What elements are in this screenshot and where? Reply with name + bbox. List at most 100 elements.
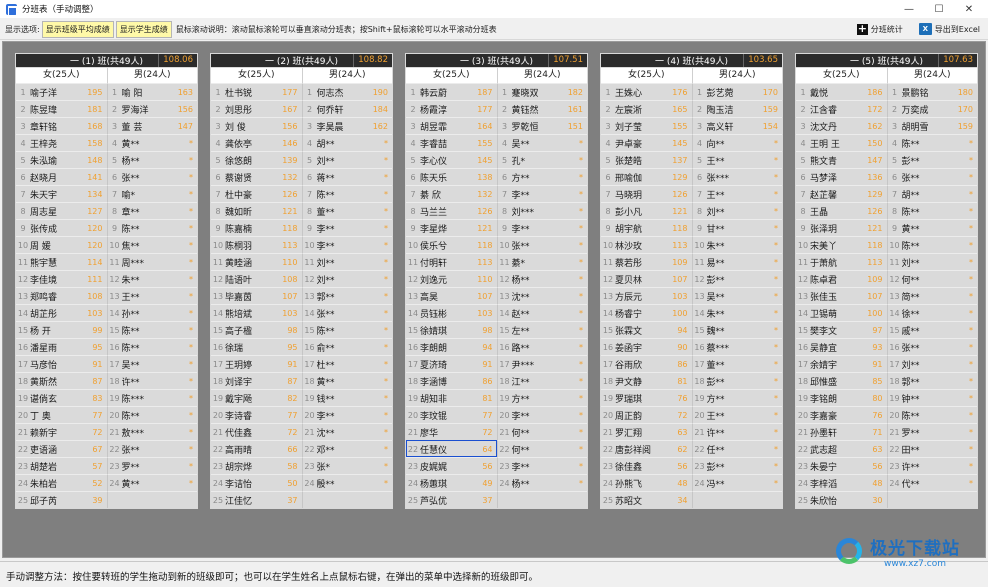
male-student-cell[interactable]: 9 甘** * [691, 219, 782, 236]
male-student-cell[interactable]: 22 邓** * [301, 440, 392, 457]
export-excel-button[interactable]: X 导出到Excel [915, 20, 984, 38]
female-student-cell[interactable]: 12 陈卓君 109 [796, 270, 887, 287]
female-student-cell[interactable]: 5 徐悠朗 139 [211, 151, 302, 168]
female-student-cell[interactable]: 5 熊文青 147 [796, 151, 887, 168]
female-student-cell[interactable]: 8 周志星 127 [16, 202, 107, 219]
female-student-cell[interactable]: 23 徐佳鑫 56 [601, 457, 692, 474]
female-student-cell[interactable]: 20 周正韵 72 [601, 406, 692, 423]
male-student-cell[interactable]: 20 李** * [496, 406, 587, 423]
female-student-cell[interactable]: 19 胡知非 81 [406, 389, 497, 406]
female-student-cell[interactable]: 9 李星烨 121 [406, 219, 497, 236]
female-student-cell[interactable]: 25 朱欣怡 30 [796, 491, 887, 508]
female-student-cell[interactable]: 22 吏语涵 67 [16, 440, 107, 457]
male-student-cell[interactable]: 1喻 阳 163 [106, 83, 197, 100]
male-student-cell[interactable]: 16 张** * [886, 338, 977, 355]
male-student-cell[interactable]: 3 胡明雪 159 [886, 117, 977, 134]
male-student-cell[interactable]: 20 王** * [691, 406, 782, 423]
female-student-cell[interactable]: 15 高子楹 98 [211, 321, 302, 338]
female-student-cell[interactable]: 1 喻子洋 195 [16, 83, 107, 100]
female-student-cell[interactable]: 25 苏昭文 34 [601, 491, 692, 508]
male-student-cell[interactable]: 21 何** * [496, 423, 587, 440]
male-student-cell[interactable]: 5 杨** * [106, 151, 197, 168]
male-student-cell[interactable]: 16 陈** * [106, 338, 197, 355]
female-student-cell[interactable]: 17 马彦怡 91 [16, 355, 107, 372]
male-student-cell[interactable]: 9 李** * [301, 219, 392, 236]
female-student-cell[interactable]: 25 江佳忆 37 [211, 491, 302, 508]
female-student-cell[interactable]: 1 韩云蔚 187 [406, 83, 497, 100]
female-student-cell[interactable]: 9 张泽玥 121 [796, 219, 887, 236]
female-student-cell[interactable]: 22 高雨晴 66 [211, 440, 302, 457]
female-student-cell[interactable]: 12 夏贝林 107 [601, 270, 692, 287]
female-student-cell[interactable]: 4 尹卓豪 145 [601, 134, 692, 151]
male-student-cell[interactable]: 5 彭** * [886, 151, 977, 168]
female-student-cell[interactable]: 15 徐婧琪 98 [406, 321, 497, 338]
male-student-cell[interactable]: 19 方** * [691, 389, 782, 406]
male-student-cell[interactable]: 23 许** * [886, 457, 977, 474]
male-student-cell[interactable]: 4 陈** * [886, 134, 977, 151]
male-student-cell[interactable]: 4 胡** * [301, 134, 392, 151]
male-student-cell[interactable]: 11 周*** * [106, 253, 197, 270]
male-student-cell[interactable]: 1 景鹏铭 180 [886, 83, 977, 100]
male-student-cell[interactable]: 15 戚** * [886, 321, 977, 338]
male-student-cell[interactable]: 5 孔* * [496, 151, 587, 168]
male-student-cell[interactable]: 20 陈** * [886, 406, 977, 423]
male-student-cell[interactable]: 2 万奕成 170 [886, 100, 977, 117]
male-student-cell[interactable]: 6 张** * [106, 168, 197, 185]
female-student-cell[interactable]: 4 龚依亭 146 [211, 134, 302, 151]
female-student-cell[interactable]: 21 赖新宇 72 [16, 423, 107, 440]
female-student-cell[interactable]: 13 张佳玉 107 [796, 287, 887, 304]
male-student-cell[interactable]: 14 孙** * [106, 304, 197, 321]
female-student-cell[interactable]: 1 王姝心 176 [601, 83, 692, 100]
male-student-cell[interactable]: 1 何志杰 190 [301, 83, 392, 100]
male-student-cell[interactable]: 7 胡** * [886, 185, 977, 202]
female-student-cell[interactable]: 4 王梓尧 158 [16, 134, 107, 151]
female-student-cell[interactable]: 24 杨蕙琪 49 [406, 474, 497, 491]
female-student-cell[interactable]: 8 魏如昕 121 [211, 202, 302, 219]
male-student-cell[interactable]: 10 陈** * [886, 236, 977, 253]
male-student-cell[interactable]: 12 杨** * [496, 270, 587, 287]
male-student-cell[interactable]: 6 张** * [886, 168, 977, 185]
male-student-cell[interactable]: 18 彭** * [691, 372, 782, 389]
male-student-cell[interactable]: 6 张*** * [691, 168, 782, 185]
female-student-cell[interactable]: 18 黄斯然 87 [16, 372, 107, 389]
male-student-cell[interactable]: 14 徐** * [886, 304, 977, 321]
male-student-cell[interactable]: 16 蔡*** * [691, 338, 782, 355]
female-student-cell[interactable]: 7 赵芷馨 129 [796, 185, 887, 202]
female-student-cell[interactable]: 3 胡昱霏 164 [406, 117, 497, 134]
female-student-cell[interactable]: 5 李心仪 145 [406, 151, 497, 168]
female-student-cell[interactable]: 15 张霖文 94 [601, 321, 692, 338]
male-student-cell[interactable]: 10 张** * [496, 236, 587, 253]
female-student-cell[interactable]: 9 陈嘉楠 118 [211, 219, 302, 236]
female-student-cell[interactable]: 21 代佳鑫 72 [211, 423, 302, 440]
female-student-cell[interactable]: 6 蔡谢贤 132 [211, 168, 302, 185]
male-student-cell[interactable]: 2 罗海洋 156 [106, 100, 197, 117]
male-student-cell[interactable]: 9 黄** * [886, 219, 977, 236]
female-student-cell[interactable]: 21 孙墨轩 71 [796, 423, 887, 440]
male-student-cell[interactable]: 5 王** * [691, 151, 782, 168]
female-student-cell[interactable]: 17 夏济琦 91 [406, 355, 497, 372]
female-student-cell[interactable]: 14 员钰彬 103 [406, 304, 497, 321]
female-student-cell[interactable]: 24 朱柏岩 52 [16, 474, 107, 491]
male-student-cell[interactable]: 11 刘** * [886, 253, 977, 270]
female-student-cell[interactable]: 12 李佳境 111 [16, 270, 107, 287]
male-student-cell[interactable]: 12 刘** * [301, 270, 392, 287]
female-student-cell[interactable]: 19 谌倘玄 83 [16, 389, 107, 406]
female-student-cell[interactable]: 16 吴静宜 93 [796, 338, 887, 355]
male-student-cell[interactable]: 1 彭艺菀 170 [691, 83, 782, 100]
female-student-cell[interactable]: 17 谷雨欣 86 [601, 355, 692, 372]
male-student-cell[interactable]: 15 陈** * [301, 321, 392, 338]
male-student-cell[interactable]: 16 路** * [496, 338, 587, 355]
class-stats-button[interactable]: + 分班统计 [853, 20, 907, 38]
female-student-cell[interactable]: 6 陈天乐 138 [406, 168, 497, 185]
female-student-cell[interactable]: 9 胡宇航 118 [601, 219, 692, 236]
male-student-cell[interactable]: 17 董** * [691, 355, 782, 372]
show-class-average-button[interactable]: 显示班级平均成绩 [41, 20, 114, 38]
male-student-cell[interactable]: 21 沈** * [301, 423, 392, 440]
male-student-cell[interactable]: 7 喻* * [106, 185, 197, 202]
female-student-cell[interactable]: 14 胡芷彤 103 [16, 304, 107, 321]
female-student-cell[interactable]: 16 徐瑞 95 [211, 338, 302, 355]
female-student-cell[interactable]: 23 朱晏宁 56 [796, 457, 887, 474]
female-student-cell[interactable]: 5 张楚皓 137 [601, 151, 692, 168]
female-student-cell[interactable]: 23 胡楚岩 57 [16, 457, 107, 474]
male-student-cell[interactable]: 18 黄** * [301, 372, 392, 389]
